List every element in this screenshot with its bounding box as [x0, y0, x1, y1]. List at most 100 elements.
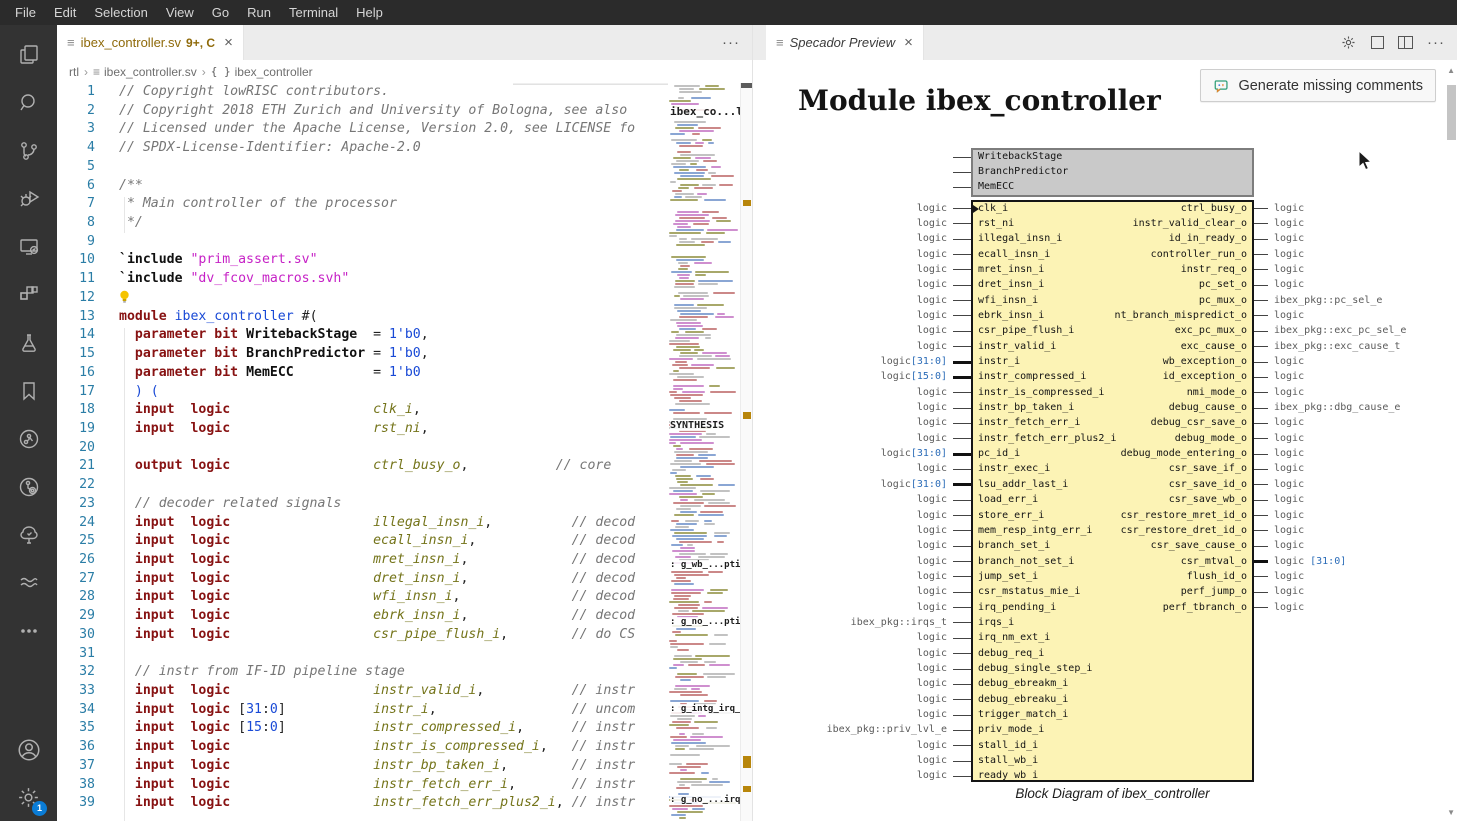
code-line-35[interactable]: 35 input logic [15:0] instr_compressed_i…: [57, 719, 668, 738]
code-line-39[interactable]: 39 input logic instr_fetch_err_plus2_i, …: [57, 794, 668, 813]
minimap-line: [674, 121, 706, 123]
code-line-11[interactable]: 11`include "dv_fcov_macros.svh": [57, 270, 668, 289]
verification-waves-icon[interactable]: [0, 566, 57, 600]
split-editor-icon[interactable]: [1398, 36, 1413, 49]
code-line-38[interactable]: 38 input logic instr_fetch_err_i, // ins…: [57, 776, 668, 795]
code-line-16[interactable]: 16 parameter bit MemECC = 1'b0: [57, 364, 668, 383]
code-line-15[interactable]: 15 parameter bit BranchPredictor = 1'b0,: [57, 345, 668, 364]
code-line-23[interactable]: 23 // decoder related signals: [57, 495, 668, 514]
dependency-graph-icon[interactable]: [0, 422, 57, 456]
code-line-37[interactable]: 37 input logic instr_bp_taken_i, // inst…: [57, 757, 668, 776]
code-line-31[interactable]: 31: [57, 645, 668, 664]
toggle-preview-lock-icon[interactable]: [1371, 36, 1384, 49]
code-line-22[interactable]: 22: [57, 476, 668, 495]
more-actions-icon[interactable]: [0, 614, 57, 648]
scroll-down-icon[interactable]: ▼: [1447, 808, 1455, 817]
code-line-8[interactable]: 8 */: [57, 214, 668, 233]
code-line-4[interactable]: 4// SPDX-License-Identifier: Apache-2.0: [57, 139, 668, 158]
line-number: 11: [57, 270, 95, 289]
code-line-29[interactable]: 29 input logic ebrk_insn_i, // decod: [57, 607, 668, 626]
remote-explorer-icon[interactable]: [0, 230, 57, 264]
code-line-5[interactable]: 5: [57, 158, 668, 177]
minimap-line: [676, 577, 686, 579]
port-name-stall_wb_i: stall_wb_i: [978, 755, 1038, 767]
breadcrumb-symbol[interactable]: ibex_controller: [235, 65, 313, 79]
lightbulb-icon[interactable]: [119, 290, 130, 303]
tab-specador-preview[interactable]: ≡ Specador Preview ×: [766, 25, 924, 60]
code-line-12[interactable]: 12: [57, 289, 668, 308]
minimap-line: [671, 589, 704, 591]
menu-item-file[interactable]: File: [6, 0, 45, 25]
code-line-34[interactable]: 34 input logic [31:0] instr_i, // uncom: [57, 701, 668, 720]
code-line-36[interactable]: 36 input logic instr_is_compressed_i, //…: [57, 738, 668, 757]
minimap-line: [669, 805, 703, 807]
minimap-line: [669, 691, 702, 693]
tab-ibex-controller[interactable]: ≡ ibex_controller.sv 9+, C ×: [57, 25, 244, 60]
code-line-21[interactable]: 21 output logic ctrl_busy_o, // core: [57, 457, 668, 476]
breadcrumb[interactable]: rtl › ≡ ibex_controller.sv › { } ibex_co…: [57, 60, 752, 83]
bookmarks-icon[interactable]: [0, 374, 57, 408]
minimap-section-label: SYNTHESIS: [670, 420, 724, 431]
code-line-24[interactable]: 24 input logic illegal_insn_i, // decod: [57, 514, 668, 533]
minimap-line: [675, 193, 694, 195]
overview-ruler[interactable]: [740, 83, 752, 821]
preview-scrollbar-thumb[interactable]: [1447, 85, 1456, 140]
gear-icon[interactable]: [1340, 34, 1357, 51]
close-preview-tab-icon[interactable]: ×: [904, 34, 913, 51]
code-line-25[interactable]: 25 input logic ecall_insn_i, // decod: [57, 532, 668, 551]
testing-icon[interactable]: [0, 326, 57, 360]
code-line-20[interactable]: 20: [57, 439, 668, 458]
menu-item-selection[interactable]: Selection: [85, 0, 156, 25]
scroll-up-icon[interactable]: ▲: [1447, 66, 1455, 75]
code-line-30[interactable]: 30 input logic csr_pipe_flush_i, // do C…: [57, 626, 668, 645]
code-line-27[interactable]: 27 input logic dret_insn_i, // decod: [57, 570, 668, 589]
generate-missing-comments-button[interactable]: Generate missing comments: [1200, 69, 1436, 102]
code-line-1[interactable]: 1// Copyright lowRISC contributors.: [57, 83, 668, 102]
menu-item-go[interactable]: Go: [203, 0, 238, 25]
minimap-line: [716, 367, 735, 369]
menu-item-run[interactable]: Run: [238, 0, 280, 25]
menu-item-edit[interactable]: Edit: [45, 0, 85, 25]
dependency-review-icon[interactable]: [0, 470, 57, 504]
code-lines[interactable]: 1// Copyright lowRISC contributors.2// C…: [57, 83, 668, 821]
breadcrumb-file[interactable]: ibex_controller.sv: [104, 65, 197, 79]
code-line-6[interactable]: 6/**: [57, 177, 668, 196]
code-line-10[interactable]: 10`include "prim_assert.sv": [57, 251, 668, 270]
account-icon[interactable]: [0, 733, 57, 767]
code-line-28[interactable]: 28 input logic wfi_insn_i, // decod: [57, 588, 668, 607]
code-line-13[interactable]: 13module ibex_controller #(: [57, 308, 668, 327]
code-line-32[interactable]: 32 // instr from IF-ID pipeline stage: [57, 663, 668, 682]
code-line-7[interactable]: 7 * Main controller of the processor: [57, 195, 668, 214]
code-line-17[interactable]: 17 ) (: [57, 383, 668, 402]
settings-gear-icon[interactable]: 1: [0, 780, 57, 814]
minimap-line: [711, 166, 721, 168]
code-line-33[interactable]: 33 input logic instr_valid_i, // instr: [57, 682, 668, 701]
code-line-3[interactable]: 3// Licensed under the Apache License, V…: [57, 120, 668, 139]
minimap[interactable]: ibex_co...llerSYNTHESIS: g_wb_...ptic: g…: [668, 83, 740, 821]
extensions-icon[interactable]: [0, 278, 57, 312]
search-icon[interactable]: [0, 86, 57, 120]
port-stub: [953, 715, 971, 716]
editor-more-actions-icon[interactable]: ···: [722, 34, 740, 51]
menu-item-terminal[interactable]: Terminal: [280, 0, 347, 25]
port-stub: [1254, 469, 1268, 470]
breadcrumb-rtl[interactable]: rtl: [69, 65, 79, 79]
run-debug-icon[interactable]: [0, 182, 57, 216]
menu-item-help[interactable]: Help: [347, 0, 392, 25]
source-control-icon[interactable]: [0, 134, 57, 168]
explorer-icon[interactable]: [0, 38, 57, 72]
minimap-line: [679, 88, 694, 90]
code-line-26[interactable]: 26 input logic mret_insn_i, // decod: [57, 551, 668, 570]
port-type: logic: [1274, 602, 1304, 614]
code-line-9[interactable]: 9: [57, 233, 668, 252]
preview-more-actions-icon[interactable]: ···: [1427, 34, 1445, 51]
close-tab-icon[interactable]: ×: [224, 34, 233, 51]
code-line-14[interactable]: 14 parameter bit WritebackStage = 1'b0,: [57, 326, 668, 345]
menu-item-view[interactable]: View: [157, 0, 203, 25]
code-line-2[interactable]: 2// Copyright 2018 ETH Zurich and Univer…: [57, 102, 668, 121]
line-number: 9: [57, 233, 95, 252]
code-line-18[interactable]: 18 input logic clk_i,: [57, 401, 668, 420]
project-tree-icon[interactable]: [0, 518, 57, 552]
code-line-19[interactable]: 19 input logic rst_ni,: [57, 420, 668, 439]
line-number: 13: [57, 308, 95, 327]
